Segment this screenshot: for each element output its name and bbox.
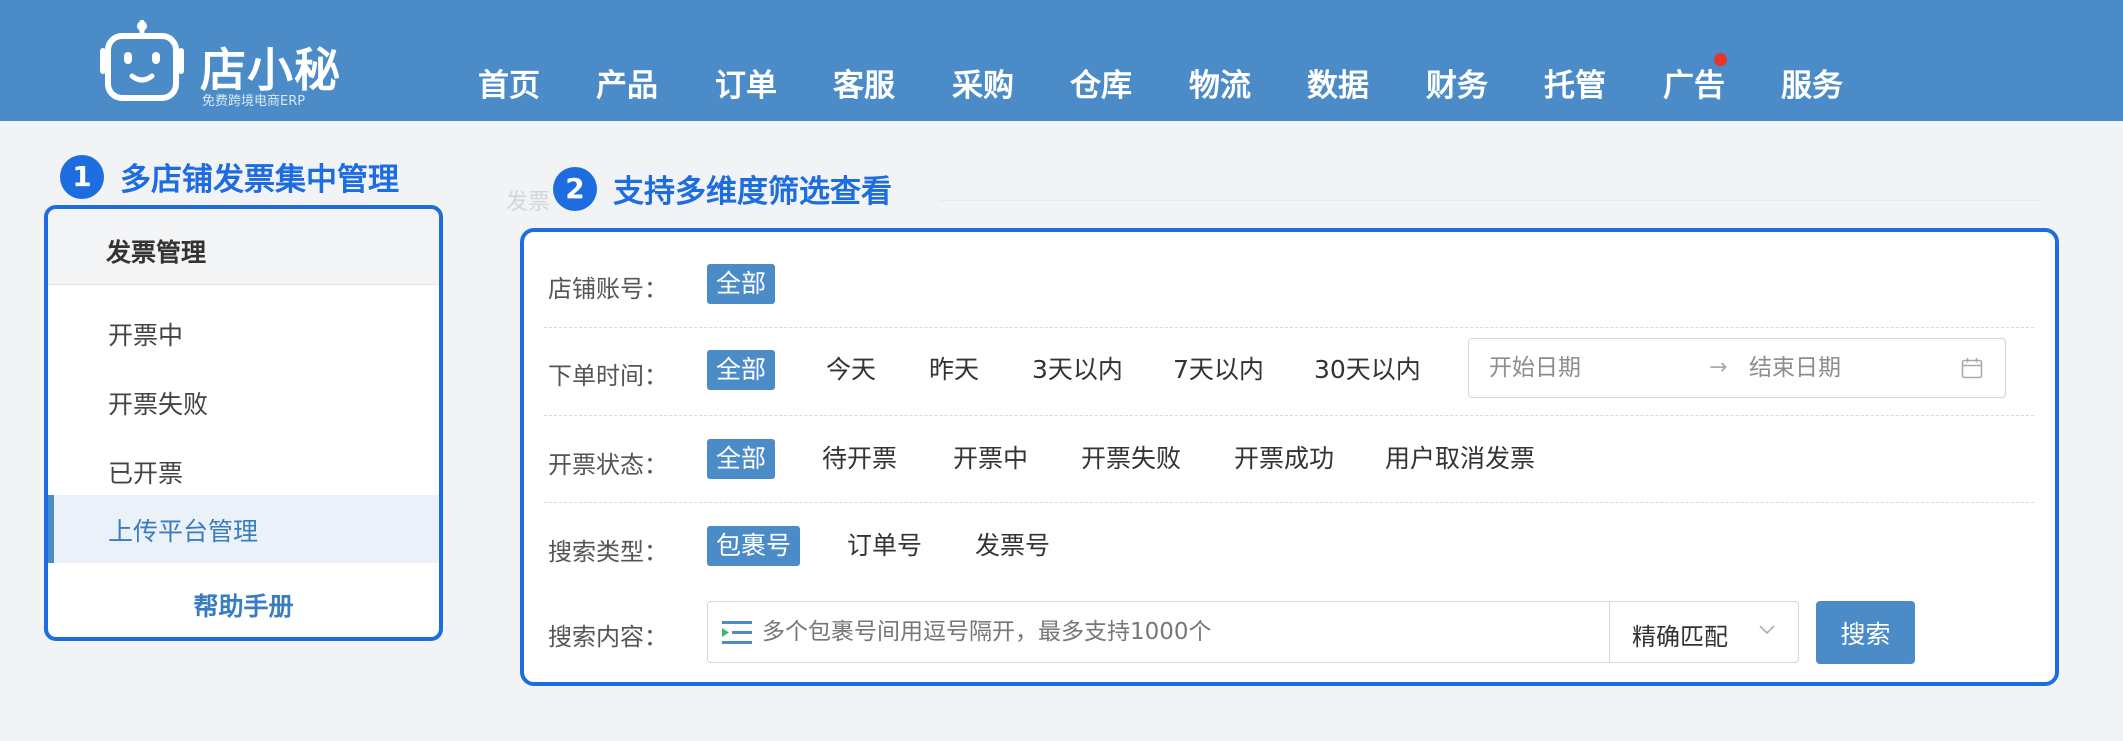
shop-option-all[interactable]: 全部 bbox=[707, 264, 776, 304]
divider bbox=[940, 200, 2040, 201]
nav-item-ads-label: 广告 bbox=[1663, 68, 1725, 104]
order-time-option-yesterday[interactable]: 昨天 bbox=[929, 350, 979, 390]
callout-number-badge: 2 bbox=[553, 166, 597, 211]
arrow-right-icon: → bbox=[1709, 355, 1728, 380]
invoice-status-label: 开票状态： bbox=[548, 451, 668, 479]
help-manual-label: 帮助手册 bbox=[193, 592, 294, 621]
search-button[interactable]: 搜索 bbox=[1816, 601, 1915, 664]
robot-logo-icon bbox=[100, 20, 184, 101]
sidebar-title: 发票管理 bbox=[106, 238, 207, 267]
search-type-label: 搜索类型： bbox=[548, 538, 668, 566]
logo[interactable]: 店小秘 免费跨境电商ERP bbox=[96, 20, 341, 110]
sidebar-item-label: 开票失败 bbox=[108, 390, 209, 419]
order-time-option-30days[interactable]: 30天以内 bbox=[1314, 350, 1421, 390]
nav-item-ads[interactable]: 广告 bbox=[1663, 53, 1727, 105]
callout-text: 支持多维度筛选查看 bbox=[613, 174, 892, 210]
search-type-option-order[interactable]: 订单号 bbox=[847, 526, 922, 566]
date-range-picker[interactable]: → bbox=[1468, 338, 2006, 398]
sidebar-header: 发票管理 bbox=[48, 209, 439, 285]
top-navigation-bar: 店小秘 免费跨境电商ERP 首页 产品 订单 客服 采购 仓库 物流 数据 财务… bbox=[0, 0, 2123, 121]
nav-item-warehouse[interactable]: 仓库 bbox=[1070, 60, 1132, 105]
search-input[interactable] bbox=[762, 616, 1562, 648]
sidebar-item-label: 已开票 bbox=[108, 459, 184, 488]
invoice-sidebar: 发票管理 开票中 开票失败 已开票 上传平台管理 帮助手册 bbox=[44, 205, 443, 641]
nav-item-products[interactable]: 产品 bbox=[596, 60, 658, 105]
help-manual-link[interactable]: 帮助手册 bbox=[48, 579, 439, 635]
nav-item-services[interactable]: 服务 bbox=[1781, 60, 1843, 105]
invoice-status-option-user-cancelled[interactable]: 用户取消发票 bbox=[1385, 439, 1535, 479]
sidebar-item-label: 上传平台管理 bbox=[108, 517, 259, 546]
nav-item-customer-service[interactable]: 客服 bbox=[833, 60, 895, 105]
order-time-label: 下单时间： bbox=[548, 362, 668, 390]
start-date-input[interactable] bbox=[1489, 352, 1689, 384]
callout-1: 1 多店铺发票集中管理 bbox=[60, 154, 399, 199]
nav-item-data[interactable]: 数据 bbox=[1307, 60, 1369, 105]
search-type-option-invoice[interactable]: 发票号 bbox=[975, 526, 1050, 566]
callout-2: 2 支持多维度筛选查看 bbox=[553, 166, 892, 211]
nav-item-home[interactable]: 首页 bbox=[478, 60, 540, 105]
nav-item-logistics[interactable]: 物流 bbox=[1189, 60, 1251, 105]
nav-item-finance[interactable]: 财务 bbox=[1426, 60, 1488, 105]
row-divider bbox=[544, 415, 2034, 416]
page-title-faded: 发票 bbox=[506, 190, 551, 215]
order-time-option-today[interactable]: 今天 bbox=[826, 350, 876, 390]
sidebar-item-invoiced[interactable]: 已开票 bbox=[48, 437, 439, 503]
order-time-option-7days[interactable]: 7天以内 bbox=[1173, 350, 1264, 390]
invoice-status-option-failed[interactable]: 开票失败 bbox=[1081, 439, 1181, 479]
invoice-status-option-all[interactable]: 全部 bbox=[707, 439, 776, 479]
row-divider bbox=[544, 327, 2034, 328]
search-box: 精确匹配 bbox=[707, 601, 1799, 663]
nav-item-purchasing[interactable]: 采购 bbox=[952, 60, 1014, 105]
shop-account-label: 店铺账号： bbox=[548, 275, 668, 303]
callout-text: 多店铺发票集中管理 bbox=[120, 162, 399, 198]
nav-item-hosting[interactable]: 托管 bbox=[1544, 60, 1606, 105]
order-time-option-all[interactable]: 全部 bbox=[707, 350, 776, 390]
batch-list-icon[interactable] bbox=[722, 620, 752, 646]
logo-subtitle: 免费跨境电商ERP bbox=[202, 94, 306, 109]
filter-panel: 店铺账号： 全部 下单时间： 全部 今天 昨天 3天以内 7天以内 30天以内 … bbox=[520, 228, 2059, 686]
sidebar-item-label: 开票中 bbox=[108, 321, 184, 350]
search-content-label: 搜索内容： bbox=[548, 623, 668, 651]
row-divider bbox=[544, 502, 2034, 503]
end-date-input[interactable] bbox=[1749, 352, 1949, 384]
invoice-status-option-invoicing[interactable]: 开票中 bbox=[953, 439, 1028, 479]
nav-item-orders[interactable]: 订单 bbox=[715, 60, 777, 105]
chevron-down-icon bbox=[1759, 625, 1775, 635]
invoice-status-option-success[interactable]: 开票成功 bbox=[1234, 439, 1334, 479]
match-mode-value: 精确匹配 bbox=[1632, 623, 1728, 651]
sidebar-item-invoice-failed[interactable]: 开票失败 bbox=[48, 368, 439, 434]
callout-number-badge: 1 bbox=[60, 154, 104, 199]
sidebar-item-upload-platform[interactable]: 上传平台管理 bbox=[48, 495, 439, 563]
calendar-icon[interactable] bbox=[1961, 357, 1983, 379]
invoice-status-option-pending[interactable]: 待开票 bbox=[822, 439, 897, 479]
match-mode-select[interactable]: 精确匹配 bbox=[1609, 602, 1798, 662]
sidebar-item-invoicing[interactable]: 开票中 bbox=[48, 299, 439, 365]
search-type-option-package[interactable]: 包裹号 bbox=[707, 526, 801, 566]
notification-dot bbox=[1714, 53, 1727, 66]
order-time-option-3days[interactable]: 3天以内 bbox=[1032, 350, 1123, 390]
